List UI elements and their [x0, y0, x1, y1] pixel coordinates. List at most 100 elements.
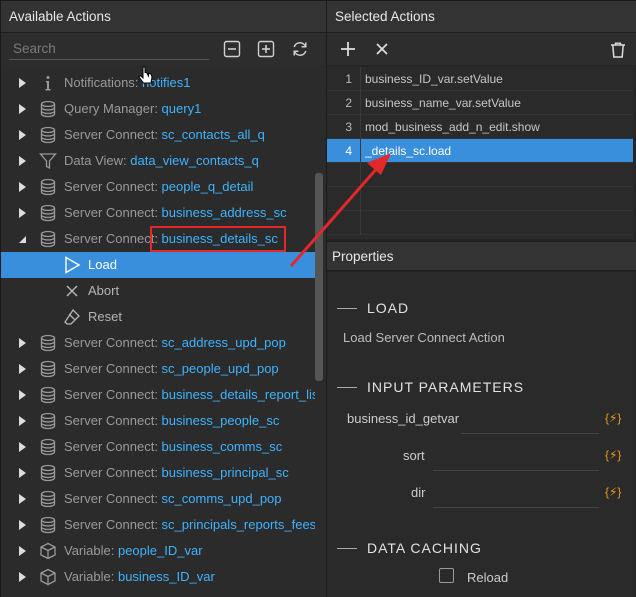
tree-item-name: data_view_contacts_q [130, 153, 259, 168]
tree-item-kind: Data View: [64, 153, 131, 168]
database-icon [39, 360, 57, 378]
tree-item[interactable]: Server Connect: sc_people_upd_pop [1, 356, 315, 382]
tree-item-kind: Server Connect: [64, 361, 162, 376]
action-number: 1 [327, 66, 361, 91]
properties-panel: LOAD Load Server Connect Action INPUT PA… [327, 272, 633, 597]
input-parameters-heading: INPUT PARAMETERS [337, 379, 524, 395]
tree-action-reset[interactable]: Reset [1, 304, 315, 330]
tree-item-kind: Server Connect: [64, 127, 162, 142]
tree-item-label: Server Connect: business_principal_sc [64, 465, 289, 480]
dynamic-data-icon[interactable]: {⚡} [605, 411, 621, 425]
action-number: 4 [327, 138, 361, 163]
tree-item[interactable]: Server Connect: people_q_detail [1, 174, 315, 200]
tree-item-kind: Server Connect: [64, 413, 162, 428]
tree-item-kind: Server Connect: [64, 491, 162, 506]
database-icon [39, 100, 57, 118]
tree-item-name: sc_address_upd_pop [161, 335, 286, 350]
tree-item-label: Notifications: notifies1 [64, 75, 190, 90]
empty-number-cell [327, 163, 361, 187]
tree-item-label: Variable: business_ID_var [64, 569, 215, 584]
tree-item-name: people_ID_var [117, 543, 203, 558]
search-input[interactable] [9, 38, 209, 60]
available-actions-panel: Available Actions Notifications: notifie… [1, 1, 327, 597]
tree-item-label: Server Connect: business_comms_sc [64, 439, 282, 454]
empty-action-row [327, 187, 633, 211]
tree-item-kind: Query Manager: [64, 101, 162, 116]
properties-title: Properties [327, 241, 636, 271]
tree-item-name: business_ID_var [117, 569, 215, 584]
param-label: dir [411, 484, 426, 500]
selected-action-row[interactable]: 1 business_ID_var.setValue [327, 66, 633, 91]
database-icon [39, 204, 57, 222]
remove-icon[interactable] [371, 38, 393, 60]
tree-action-load[interactable]: Load [1, 252, 315, 278]
param-input-business-id-getvar[interactable] [461, 408, 599, 434]
tree-item[interactable]: Variable: business_ID_var [1, 564, 315, 590]
action-text: mod_business_add_n_edit.show [365, 119, 540, 134]
tree-item-label: Query Manager: query1 [64, 101, 201, 116]
database-icon [39, 490, 57, 508]
database-icon [39, 126, 57, 144]
selected-action-row[interactable]: 3 mod_business_add_n_edit.show [327, 114, 633, 139]
tree-item[interactable]: Variable: people_ID_var [1, 538, 315, 564]
tree-item-kind: Server Connect: [64, 387, 162, 402]
tree-item-name: business_address_sc [161, 205, 287, 220]
param-input-dir[interactable] [433, 482, 599, 508]
empty-number-cell [327, 211, 361, 235]
tree-item-label: Server Connect: business_address_sc [64, 205, 287, 220]
tree-item-name: sc_people_upd_pop [161, 361, 279, 376]
tree-item-kind: Server Connect: [64, 335, 162, 350]
tree-item[interactable]: Server Connect: business_details_report_… [1, 382, 315, 408]
tree-item-label: Server Connect: business_people_sc [64, 413, 279, 428]
tree-item-kind: Variable: [64, 569, 118, 584]
tree-item[interactable]: Server Connect: business_people_sc [1, 408, 315, 434]
param-business-id-getvar: business_id_getvar [347, 404, 459, 432]
refresh-icon[interactable] [289, 38, 311, 60]
tree-scrollbar[interactable] [315, 173, 323, 381]
tree-item[interactable]: Server Connect: sc_principals_reports_fe… [1, 512, 315, 538]
tree-item[interactable]: Server Connect: business_principal_sc [1, 460, 315, 486]
tree-item[interactable]: Data View: data_view_contacts_q [1, 148, 315, 174]
tree-item[interactable]: Query Manager: query1 [1, 96, 315, 122]
tree-item[interactable]: Server Connect: business_address_sc [1, 200, 315, 226]
actions-tree: Notifications: notifies1 Query Manager: q… [1, 70, 315, 597]
collapse-all-icon[interactable] [221, 38, 243, 60]
tree-item-name: sc_contacts_all_q [161, 127, 265, 142]
tree-item-kind: Server Connect: [64, 465, 162, 480]
load-section-heading: LOAD [337, 300, 409, 316]
tree-action-label: Reset [88, 309, 122, 324]
x-icon [63, 282, 81, 300]
empty-action-row [327, 211, 633, 235]
dynamic-data-icon[interactable]: {⚡} [605, 485, 621, 499]
tree-item-kind: Variable: [64, 543, 118, 558]
tree-item-name: business_people_sc [161, 413, 280, 428]
dynamic-data-icon[interactable]: {⚡} [605, 448, 621, 462]
tree-item[interactable]: Server Connect: business_comms_sc [1, 434, 315, 460]
cube-icon [39, 568, 57, 586]
play-icon [63, 256, 81, 274]
trash-icon[interactable] [607, 39, 629, 61]
tree-item-label: Server Connect: sc_principals_reports_fe… [64, 517, 315, 532]
tree-item-name: sc_principals_reports_fees [161, 517, 315, 532]
tree-item[interactable]: Server Connect: sc_contacts_all_q [1, 122, 315, 148]
tree-item-label: Server Connect: people_q_detail [64, 179, 253, 194]
cube-icon [39, 542, 57, 560]
reload-checkbox[interactable] [439, 568, 454, 583]
selected-actions-toolbar [327, 33, 636, 65]
database-icon [39, 438, 57, 456]
param-input-sort[interactable] [433, 445, 599, 471]
tree-item[interactable]: Notifications: notifies1 [1, 70, 315, 96]
filter-icon [39, 152, 57, 170]
selected-action-row[interactable]: 2 business_name_var.setValue [327, 90, 633, 115]
tree-item[interactable]: Server Connect: sc_address_upd_pop [1, 330, 315, 356]
expand-all-icon[interactable] [255, 38, 277, 60]
tree-action-abort[interactable]: Abort [1, 278, 315, 304]
selected-action-row[interactable]: 4 _details_sc.load [327, 138, 633, 163]
database-icon [39, 412, 57, 430]
tree-item[interactable]: Server Connect: sc_comms_upd_pop [1, 486, 315, 512]
param-label: business_id_getvar [347, 410, 460, 426]
add-icon[interactable] [337, 38, 359, 60]
param-label: sort [403, 447, 425, 463]
action-text: business_name_var.setValue [365, 95, 521, 110]
info-icon [39, 74, 57, 92]
